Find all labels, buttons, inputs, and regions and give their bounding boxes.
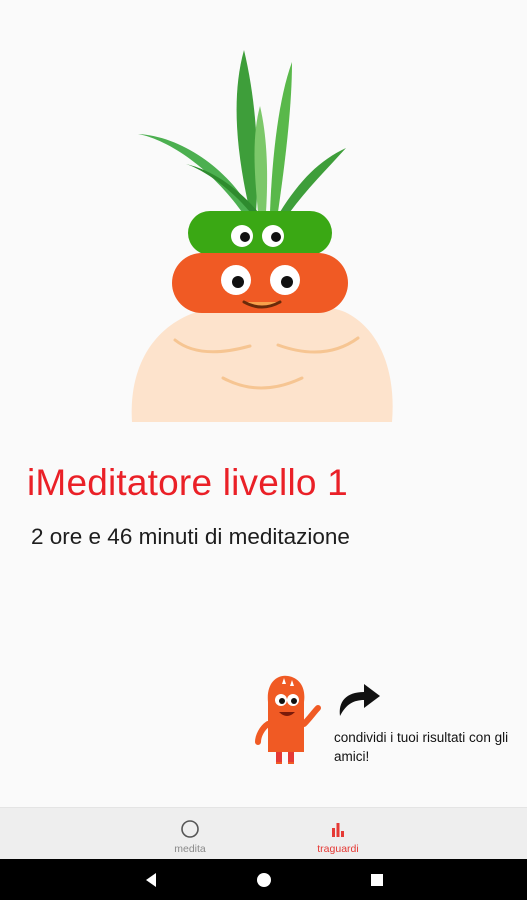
share-arrow-icon xyxy=(339,684,380,716)
nav-label-medita: medita xyxy=(174,843,206,855)
back-icon xyxy=(146,872,156,887)
recents-icon xyxy=(371,873,383,886)
bar-chart-icon xyxy=(332,823,344,837)
bottom-navigation: medita traguardi xyxy=(0,807,527,859)
achievements-screen: iMeditatore livello 1 2 ore e 46 minuti … xyxy=(0,0,527,900)
back-button[interactable] xyxy=(131,859,171,900)
nav-item-traguardi[interactable]: traguardi xyxy=(298,808,378,860)
share-results[interactable]: condividi i tuoi risultati con gli amici… xyxy=(250,668,510,768)
green-pot xyxy=(188,211,332,255)
meditator-illustration xyxy=(120,40,410,425)
share-text: condividi i tuoi risultati con gli amici… xyxy=(334,730,509,764)
home-icon xyxy=(257,872,271,887)
orange-mascot-icon xyxy=(255,675,321,764)
level-title: iMeditatore livello 1 xyxy=(27,462,348,503)
total-meditation-time: 2 ore e 46 minuti di meditazione xyxy=(31,524,350,549)
body-blob xyxy=(131,303,393,422)
nav-item-medita[interactable]: medita xyxy=(150,808,230,860)
home-button[interactable] xyxy=(244,859,284,900)
nav-label-traguardi: traguardi xyxy=(317,843,359,855)
system-navigation-bar xyxy=(0,859,527,900)
plant-leaves xyxy=(138,50,346,212)
recents-button[interactable] xyxy=(357,859,397,900)
circle-icon xyxy=(181,820,199,838)
